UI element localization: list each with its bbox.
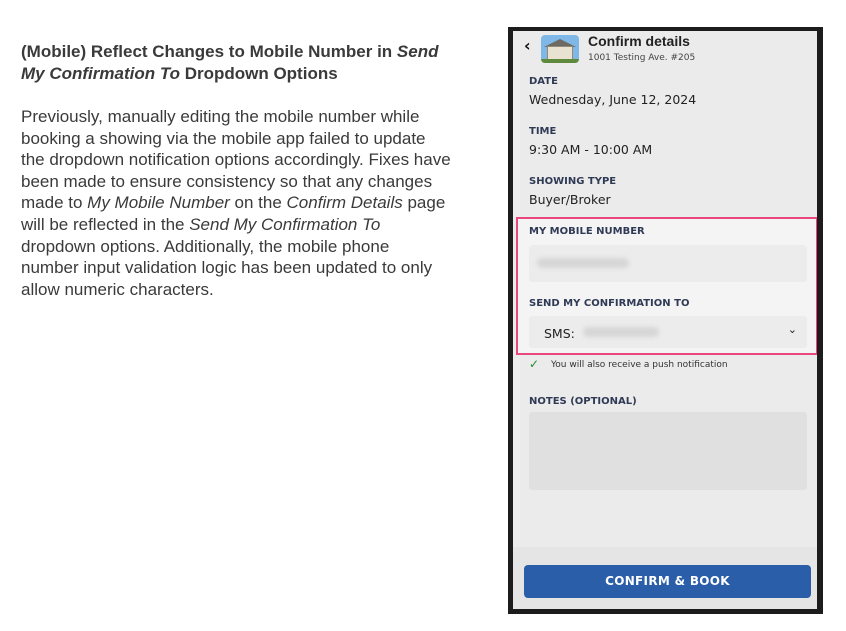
heading-part: (Mobile) Reflect Changes to Mobile Numbe… <box>21 42 397 61</box>
chevron-left-icon[interactable]: ‹ <box>524 36 531 55</box>
send-confirmation-dropdown[interactable]: SMS: ⌄ <box>529 316 807 348</box>
date-value: Wednesday, June 12, 2024 <box>529 92 697 107</box>
release-note-body: Previously, manually editing the mobile … <box>21 106 451 300</box>
showing-type-label: SHOWING TYPE <box>529 176 617 187</box>
house-body <box>547 46 573 60</box>
time-value: 9:30 AM - 10:00 AM <box>529 142 653 157</box>
confirm-book-button[interactable]: CONFIRM & BOOK <box>524 565 811 598</box>
app-header: ‹ Confirm details 1001 Testing Ave. #205 <box>513 31 817 69</box>
sms-option-label: SMS: <box>544 326 575 341</box>
time-label: TIME <box>529 126 557 137</box>
body-part: dropdown options. Additionally, the mobi… <box>21 236 433 299</box>
footer-bar: CONFIRM & BOOK <box>513 547 817 609</box>
redacted-sms-number <box>583 327 659 337</box>
body-part: on the <box>229 193 287 213</box>
body-part-italic: My Mobile Number <box>87 193 230 213</box>
release-note: (Mobile) Reflect Changes to Mobile Numbe… <box>21 41 451 300</box>
redacted-phone-number <box>537 258 629 268</box>
phone-screenshot: ‹ Confirm details 1001 Testing Ave. #205… <box>508 27 823 614</box>
mobile-number-input[interactable] <box>529 245 807 282</box>
body-part-italic: Confirm Details <box>286 193 403 213</box>
push-notification-note: You will also receive a push notificatio… <box>551 360 728 370</box>
property-thumbnail <box>541 35 579 63</box>
page-title: Confirm details <box>588 33 690 49</box>
notes-textarea[interactable] <box>529 412 807 490</box>
send-confirmation-label: SEND MY CONFIRMATION TO <box>529 298 690 309</box>
checkmark-icon: ✓ <box>529 357 540 371</box>
confirm-details-screen: ‹ Confirm details 1001 Testing Ave. #205… <box>513 31 817 609</box>
mobile-number-label: MY MOBILE NUMBER <box>529 226 645 237</box>
body-part-italic: Send My Confirmation To <box>189 214 381 234</box>
chevron-down-icon: ⌄ <box>787 323 797 336</box>
highlighted-section: MY MOBILE NUMBER SEND MY CONFIRMATION TO… <box>516 217 817 355</box>
house-lawn <box>541 59 579 63</box>
release-note-heading: (Mobile) Reflect Changes to Mobile Numbe… <box>21 41 451 85</box>
heading-part: Dropdown Options <box>179 64 338 83</box>
date-label: DATE <box>529 76 558 87</box>
showing-type-value: Buyer/Broker <box>529 192 611 207</box>
notes-label: NOTES (OPTIONAL) <box>529 396 637 407</box>
property-address: 1001 Testing Ave. #205 <box>588 53 696 63</box>
